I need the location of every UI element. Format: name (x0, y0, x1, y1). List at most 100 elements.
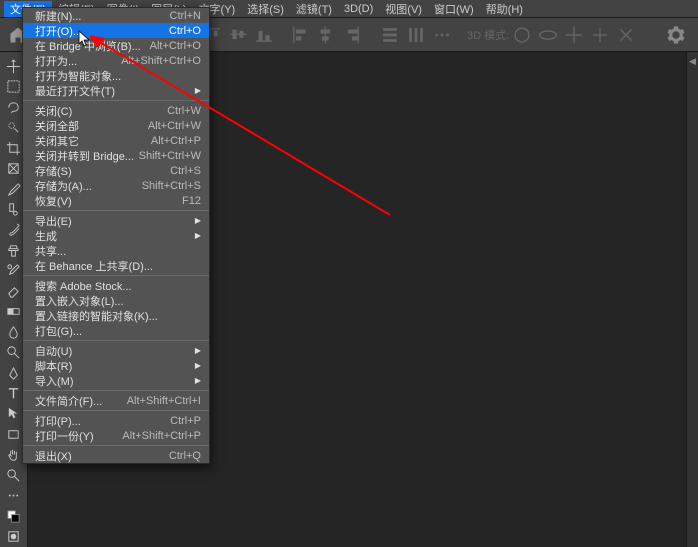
menu-shortcut: Alt+Ctrl+P (151, 135, 201, 147)
menu-shortcut: F12 (182, 195, 201, 207)
menu-shortcut: Ctrl+P (170, 415, 201, 427)
menu-dd[interactable]: 3D(D) (338, 3, 379, 15)
menu-shortcut: Alt+Shift+Ctrl+P (122, 430, 201, 442)
menu-item[interactable]: 导入(M) ▶ (23, 373, 209, 388)
menu-item[interactable]: 共享... (23, 243, 209, 258)
submenu-arrow-icon: ▶ (195, 231, 201, 240)
menu-h[interactable]: 帮助(H) (480, 1, 529, 17)
menu-item-label: 文件简介(F)... (35, 393, 102, 409)
menu-item-label: 最近打开文件(T) (35, 83, 115, 99)
edit-toolbar[interactable] (0, 486, 27, 506)
menu-item-label: 打印(P)... (35, 413, 81, 429)
menu-separator (23, 390, 209, 391)
menu-item-label: 新建(N)... (35, 8, 81, 24)
gear-icon[interactable] (666, 25, 686, 45)
menu-separator (23, 340, 209, 341)
menu-item-label: 关闭全部 (35, 118, 79, 134)
3d-orbit-icon (511, 24, 533, 46)
menu-item[interactable]: 打包(G)... (23, 323, 209, 338)
more-options-icon[interactable] (431, 24, 453, 46)
menu-item[interactable]: 搜索 Adobe Stock... (23, 278, 209, 293)
zoom-tool[interactable] (0, 465, 27, 485)
menu-item[interactable]: 置入嵌入对象(L)... (23, 293, 209, 308)
menu-shortcut: Alt+Shift+Ctrl+O (121, 55, 201, 67)
menu-shortcut: Alt+Ctrl+W (148, 120, 201, 132)
menu-shortcut: Alt+Shift+Ctrl+I (127, 395, 201, 407)
3d-roll-icon (537, 24, 559, 46)
menu-item-label: 退出(X) (35, 448, 72, 464)
menu-shortcut: Ctrl+O (169, 25, 201, 37)
menu-item-label: 在 Bridge 中浏览(B)... (35, 38, 141, 54)
menu-separator (23, 445, 209, 446)
mode-3d-label: 3D 模式: (467, 27, 509, 43)
menu-item[interactable]: 导出(E) ▶ (23, 213, 209, 228)
menu-shortcut: Shift+Ctrl+S (142, 180, 201, 192)
menu-item[interactable]: 文件简介(F)... Alt+Shift+Ctrl+I (23, 393, 209, 408)
align-bottom-icon[interactable] (253, 24, 275, 46)
menu-item-label: 置入嵌入对象(L)... (35, 293, 124, 309)
menu-t[interactable]: 滤镜(T) (290, 1, 338, 17)
menu-item[interactable]: 关闭全部 Alt+Ctrl+W (23, 118, 209, 133)
3d-slide-icon (589, 24, 611, 46)
menu-shortcut: Shift+Ctrl+W (139, 150, 201, 162)
menu-separator (23, 100, 209, 101)
menu-item-label: 置入链接的智能对象(K)... (35, 308, 158, 324)
menu-item[interactable]: 打开(O)... Ctrl+O (23, 23, 209, 38)
menu-w[interactable]: 窗口(W) (428, 1, 480, 17)
distribute-v-icon[interactable] (379, 24, 401, 46)
menu-item-label: 关闭并转到 Bridge... (35, 148, 134, 164)
file-menu-dropdown: 新建(N)...Ctrl+N打开(O)...Ctrl+O在 Bridge 中浏览… (22, 7, 210, 464)
menu-item[interactable]: 存储(S) Ctrl+S (23, 163, 209, 178)
menu-shortcut: Ctrl+S (170, 165, 201, 177)
distribute-h-icon[interactable] (405, 24, 427, 46)
3d-pan-icon (563, 24, 585, 46)
menu-item[interactable]: 恢复(V)F12 (23, 193, 209, 208)
menu-item-label: 生成 (35, 228, 57, 244)
align-vcenter-icon[interactable] (227, 24, 249, 46)
menu-item-label: 存储为(A)... (35, 178, 92, 194)
menu-item[interactable]: 脚本(R)▶ (23, 358, 209, 373)
menu-item[interactable]: 置入链接的智能对象(K)... (23, 308, 209, 323)
fg-bg-color[interactable] (0, 506, 27, 526)
menu-item-label: 存储(S) (35, 163, 72, 179)
menu-item[interactable]: 打印(P)... Ctrl+P (23, 413, 209, 428)
menu-item-label: 关闭(C) (35, 103, 72, 119)
align-right-icon[interactable] (341, 24, 363, 46)
menu-item[interactable]: 打开为智能对象... (23, 68, 209, 83)
menu-item-label: 共享... (35, 243, 66, 259)
submenu-arrow-icon: ▶ (195, 346, 201, 355)
menu-item-label: 打印一份(Y) (35, 428, 94, 444)
menu-item-label: 导出(E) (35, 213, 72, 229)
collapsed-panels[interactable]: ◀ (686, 52, 698, 547)
menu-item[interactable]: 关闭(C) Ctrl+W (23, 103, 209, 118)
menu-item-label: 打开(O)... (35, 23, 82, 39)
menu-item-label: 打开为... (35, 53, 77, 69)
menu-v[interactable]: 视图(V) (379, 1, 428, 17)
menu-item[interactable]: 在 Bridge 中浏览(B)...Alt+Ctrl+O (23, 38, 209, 53)
menu-separator (23, 275, 209, 276)
menu-item-label: 打开为智能对象... (35, 68, 121, 84)
menu-item[interactable]: 关闭其它Alt+Ctrl+P (23, 133, 209, 148)
menu-item[interactable]: 退出(X)Ctrl+Q (23, 448, 209, 463)
quick-mask[interactable] (0, 526, 27, 546)
menu-item[interactable]: 关闭并转到 Bridge... Shift+Ctrl+W (23, 148, 209, 163)
align-left-icon[interactable] (289, 24, 311, 46)
menu-item[interactable]: 最近打开文件(T)▶ (23, 83, 209, 98)
menu-item[interactable]: 新建(N)...Ctrl+N (23, 8, 209, 23)
menu-item[interactable]: 在 Behance 上共享(D)... (23, 258, 209, 273)
menu-s[interactable]: 选择(S) (241, 1, 290, 17)
menu-item[interactable]: 存储为(A)... Shift+Ctrl+S (23, 178, 209, 193)
menu-item[interactable]: 打开为... Alt+Shift+Ctrl+O (23, 53, 209, 68)
menu-item[interactable]: 打印一份(Y) Alt+Shift+Ctrl+P (23, 428, 209, 443)
menu-shortcut: Ctrl+W (167, 105, 201, 117)
submenu-arrow-icon: ▶ (195, 376, 201, 385)
menu-item-label: 打包(G)... (35, 323, 82, 339)
menu-separator (23, 210, 209, 211)
menu-item[interactable]: 生成 ▶ (23, 228, 209, 243)
menu-item[interactable]: 自动(U)▶ (23, 343, 209, 358)
menu-separator (23, 410, 209, 411)
submenu-arrow-icon: ▶ (195, 216, 201, 225)
align-hcenter-icon[interactable] (315, 24, 337, 46)
submenu-arrow-icon: ▶ (195, 361, 201, 370)
menu-item-label: 导入(M) (35, 373, 74, 389)
